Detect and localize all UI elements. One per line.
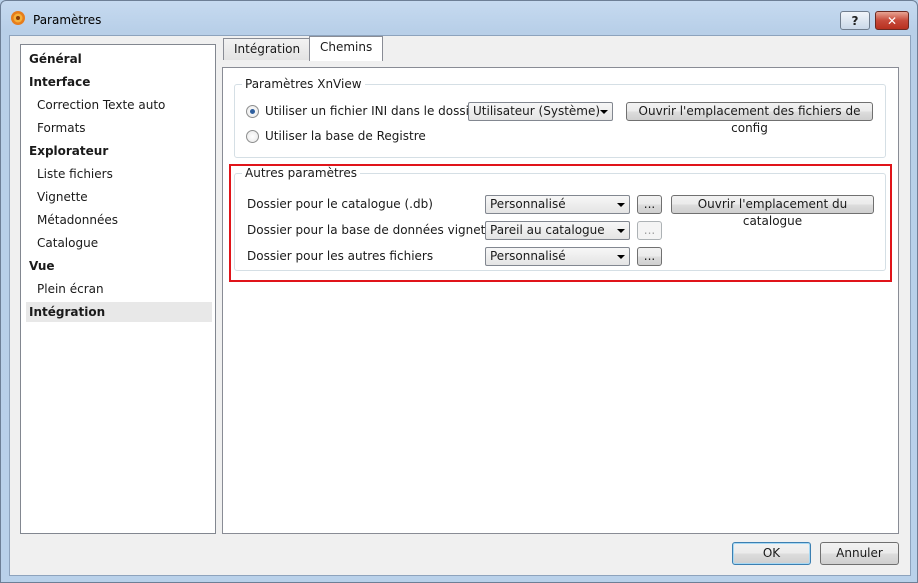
xnview-settings-legend: Paramètres XnView bbox=[242, 77, 365, 91]
nav-item-metadata[interactable]: Métadonnées bbox=[26, 210, 212, 230]
config-folder-value: Utilisateur (Système) bbox=[473, 104, 601, 118]
nav-item-general[interactable]: Général bbox=[26, 49, 212, 69]
xnview-app-icon bbox=[11, 11, 25, 25]
dialog-body: Général Interface Correction Texte auto … bbox=[9, 35, 911, 576]
nav-item-catalog[interactable]: Catalogue bbox=[26, 233, 212, 253]
nav-item-interface[interactable]: Interface bbox=[26, 72, 212, 92]
radio-registry-label: Utiliser la base de Registre bbox=[265, 129, 426, 143]
ok-button[interactable]: OK bbox=[732, 542, 811, 565]
radio-ini-label: Utiliser un fichier INI dans le dossier bbox=[265, 104, 482, 118]
open-config-location-button[interactable]: Ouvrir l'emplacement des fichiers de con… bbox=[626, 102, 873, 135]
radio-registry[interactable] bbox=[246, 129, 259, 143]
nav-item-integration[interactable]: Intégration bbox=[26, 302, 212, 322]
title-bar: Paramètres ? ✕ bbox=[1, 1, 917, 35]
nav-item-autocorrect[interactable]: Correction Texte auto bbox=[26, 95, 212, 115]
help-button[interactable]: ? bbox=[840, 11, 870, 30]
xnview-settings-group: Paramètres XnView Utiliser un fichier IN… bbox=[234, 77, 886, 158]
radio-ini[interactable] bbox=[246, 104, 259, 118]
radio-registry-row[interactable]: Utiliser la base de Registre bbox=[246, 129, 426, 143]
settings-window: Paramètres ? ✕ Général Interface Correct… bbox=[0, 0, 918, 583]
nav-item-thumbnail[interactable]: Vignette bbox=[26, 187, 212, 207]
close-button[interactable]: ✕ bbox=[875, 11, 909, 30]
window-title: Paramètres bbox=[33, 13, 102, 27]
tab-paths[interactable]: Chemins bbox=[309, 36, 384, 61]
dropdown-arrow-icon bbox=[600, 110, 608, 114]
nav-item-fullscreen[interactable]: Plein écran bbox=[26, 279, 212, 299]
cancel-button[interactable]: Annuler bbox=[820, 542, 899, 565]
tab-integration[interactable]: Intégration bbox=[223, 38, 312, 60]
settings-nav-tree[interactable]: Général Interface Correction Texte auto … bbox=[20, 44, 216, 534]
nav-item-browser[interactable]: Explorateur bbox=[26, 141, 212, 161]
radio-ini-row[interactable]: Utiliser un fichier INI dans le dossier bbox=[246, 104, 481, 118]
nav-item-file-list[interactable]: Liste fichiers bbox=[26, 164, 212, 184]
highlight-annotation-box bbox=[229, 164, 892, 282]
nav-item-view[interactable]: Vue bbox=[26, 256, 212, 276]
nav-item-formats[interactable]: Formats bbox=[26, 118, 212, 138]
config-folder-select[interactable]: Utilisateur (Système) bbox=[468, 102, 613, 121]
paths-tab-panel: Paramètres XnView Utiliser un fichier IN… bbox=[222, 67, 899, 534]
